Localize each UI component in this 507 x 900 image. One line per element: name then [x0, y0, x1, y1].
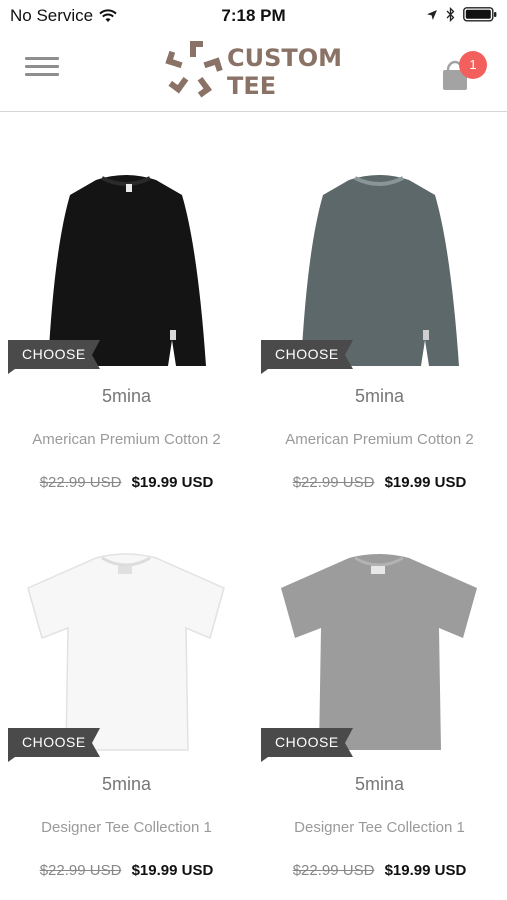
- header-bar: CUSTOM TEE 1: [0, 30, 507, 112]
- product-brand: 5mina: [101, 386, 152, 406]
- product-name: Designer Tee Collection 1: [294, 819, 465, 836]
- menu-icon[interactable]: [25, 57, 59, 81]
- product-prices: $22.99 USD $19.99 USD: [0, 474, 253, 491]
- choose-button[interactable]: CHOOSE: [8, 728, 100, 762]
- battery-icon: [463, 7, 497, 22]
- logo-line1: CUSTOM: [227, 44, 342, 72]
- product-card[interactable]: CHOOSE 5mina American Premium Cotton 2 $…: [0, 140, 253, 520]
- product-card[interactable]: CHOOSE 5mina American Premium Cotton 2 $…: [253, 140, 506, 520]
- product-name: American Premium Cotton 2: [285, 431, 474, 448]
- choose-label: CHOOSE: [22, 346, 86, 362]
- product-brand: 5mina: [354, 774, 405, 794]
- old-price: $22.99 USD: [39, 474, 122, 491]
- sale-price: $19.99 USD: [384, 474, 467, 491]
- product-image-gray-sweatshirt[interactable]: [263, 140, 496, 372]
- old-price: $22.99 USD: [292, 474, 375, 491]
- old-price: $22.99 USD: [292, 862, 375, 879]
- old-price: $22.99 USD: [39, 862, 122, 879]
- sale-price: $19.99 USD: [131, 862, 214, 879]
- logo: CUSTOM TEE: [163, 38, 348, 100]
- product-prices: $22.99 USD $19.99 USD: [253, 474, 506, 491]
- choose-label: CHOOSE: [275, 346, 339, 362]
- product-brand: 5mina: [354, 386, 405, 406]
- bluetooth-icon: [446, 7, 455, 22]
- product-name: American Premium Cotton 2: [32, 431, 221, 448]
- product-prices: $22.99 USD $19.99 USD: [0, 862, 253, 879]
- choose-button[interactable]: CHOOSE: [261, 340, 353, 374]
- product-image-white-tshirt[interactable]: [10, 528, 243, 760]
- choose-label: CHOOSE: [22, 734, 86, 750]
- product-brand: 5mina: [101, 774, 152, 794]
- product-name: Designer Tee Collection 1: [41, 819, 212, 836]
- choose-label: CHOOSE: [275, 734, 339, 750]
- product-image-black-sweatshirt[interactable]: [10, 140, 243, 372]
- product-image-gray-tshirt[interactable]: [263, 528, 496, 760]
- sale-price: $19.99 USD: [384, 862, 467, 879]
- product-prices: $22.99 USD $19.99 USD: [253, 862, 506, 879]
- product-card[interactable]: CHOOSE 5mina Designer Tee Collection 1 $…: [0, 528, 253, 900]
- choose-button[interactable]: CHOOSE: [8, 340, 100, 374]
- cart-count-badge: 1: [459, 51, 487, 79]
- logo-line2: TEE: [227, 72, 276, 100]
- cart-button[interactable]: 1: [438, 48, 494, 98]
- product-card[interactable]: CHOOSE 5mina Designer Tee Collection 1 $…: [253, 528, 506, 900]
- choose-button[interactable]: CHOOSE: [261, 728, 353, 762]
- location-arrow-icon: [427, 9, 437, 20]
- status-bar: No Service 7:18 PM: [0, 0, 507, 30]
- sale-price: $19.99 USD: [131, 474, 214, 491]
